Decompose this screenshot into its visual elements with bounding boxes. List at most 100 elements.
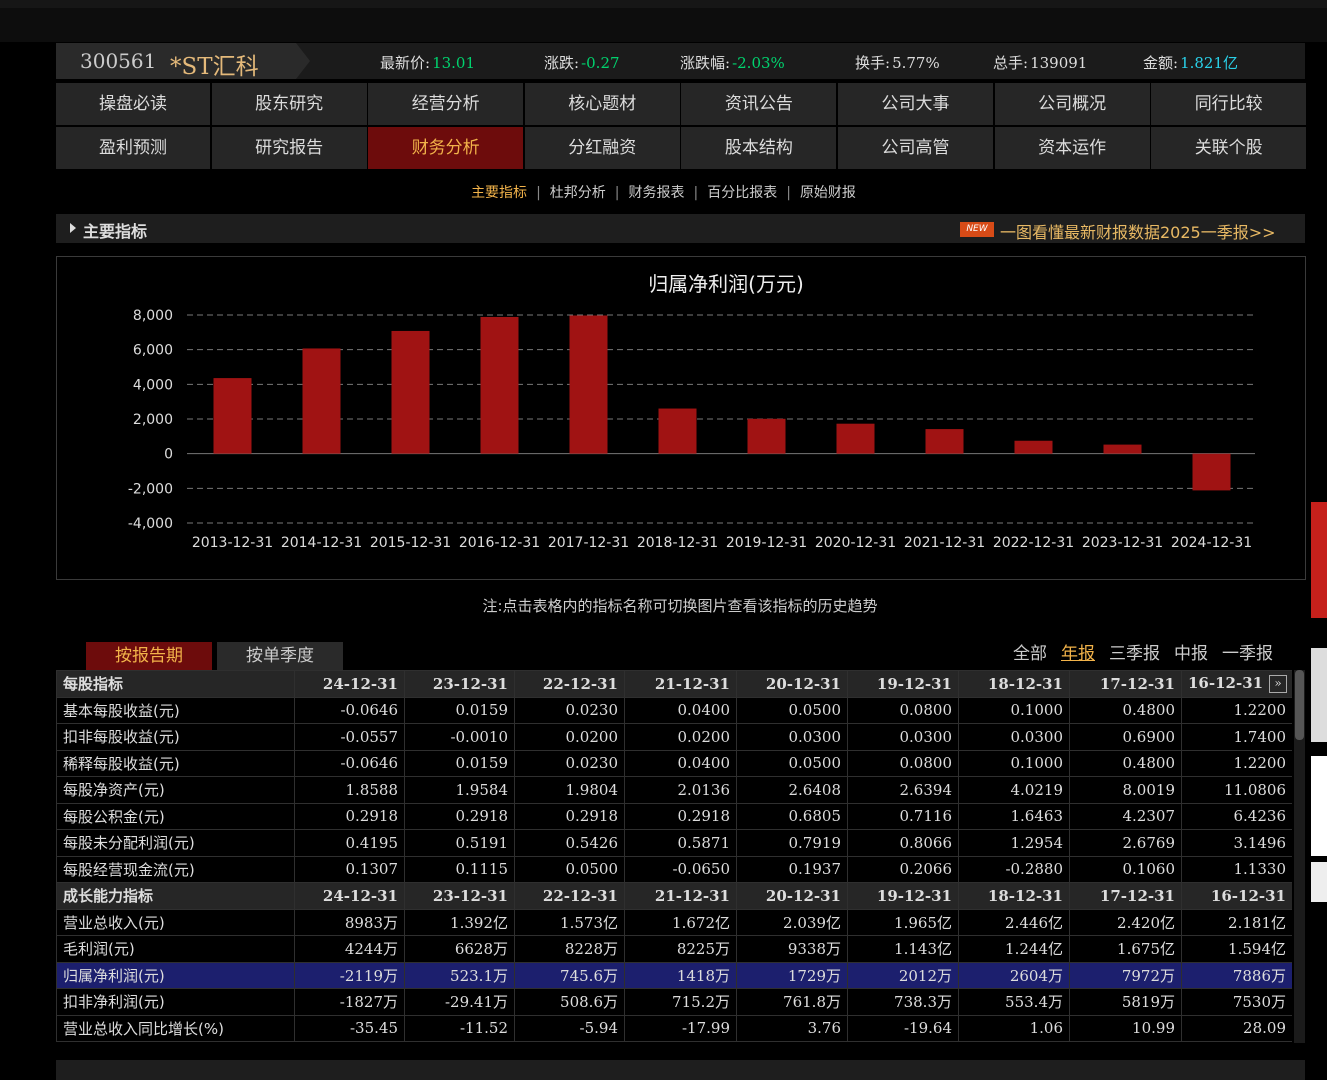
quote-value: -0.27	[581, 54, 620, 72]
bar	[836, 423, 875, 454]
indicator-name[interactable]: 归属净利润(元)	[56, 961, 295, 989]
indicator-value: 0.0300	[736, 723, 848, 751]
nav-row-2: 盈利预测 研究报告 财务分析 分红融资 股本结构 公司高管 资本运作 关联个股	[56, 127, 1307, 169]
subnav-item-1[interactable]: 杜邦分析	[550, 182, 606, 202]
indicator-value: -5.94	[514, 1014, 625, 1042]
indicator-value: 0.2918	[294, 802, 405, 830]
nav-nav_row1-5[interactable]: 公司大事	[838, 83, 993, 125]
y-tick-label: 6,000	[133, 343, 173, 359]
indicator-value: 0.7919	[736, 829, 848, 857]
tab-by-period[interactable]: 按报告期	[86, 642, 212, 670]
table-row[interactable]: 扣非净利润(元) -1827万 -29.41万 508.6万 715.2万 761.8万 7…	[56, 988, 1292, 1016]
table-row[interactable]: 营业总收入(元) 8983万 1.392亿 1.573亿 1.672亿 2.039亿 1.9…	[56, 908, 1292, 936]
filter-0[interactable]: 全部	[1013, 644, 1047, 664]
indicator-value: -1827万	[294, 988, 405, 1016]
nav-nav_row1-1[interactable]: 股东研究	[211, 83, 367, 125]
subnav-separator: |	[693, 185, 699, 201]
period-header: 21-12-31	[624, 670, 737, 698]
x-tick-label: 2022-12-31	[993, 535, 1074, 551]
nav-nav_row1-0[interactable]: 操盘必读	[56, 83, 210, 125]
sub-nav: 主要指标 | 杜邦分析 | 财务报表 | 百分比报表 | 原始财报	[0, 182, 1327, 202]
table-row[interactable]: 扣非每股收益(元) -0.0557 -0.0010 0.0200 0.0200 0.030…	[56, 723, 1292, 751]
nav-nav_row1-4[interactable]: 资讯公告	[681, 83, 837, 125]
subnav-item-4[interactable]: 原始财报	[800, 182, 856, 202]
nav-nav_row2-2[interactable]: 财务分析	[368, 127, 524, 169]
indicator-name[interactable]: 每股未分配利润(元)	[56, 829, 295, 857]
nav-nav_row2-0[interactable]: 盈利预测	[56, 127, 210, 169]
filter-2[interactable]: 三季报	[1109, 644, 1160, 664]
nav-nav_row2-5[interactable]: 公司高管	[838, 127, 993, 169]
table-row[interactable]: 每股净资产(元) 1.8588 1.9584 1.9804 2.0136 2.6408 2.…	[56, 776, 1292, 804]
indicator-value: -35.45	[294, 1014, 405, 1042]
indicator-value: 0.0230	[514, 749, 625, 777]
indicator-value: 0.0400	[624, 696, 737, 724]
nav-nav_row1-2[interactable]: 经营分析	[368, 83, 524, 125]
scroll-right-icon[interactable]: »	[1269, 675, 1288, 694]
indicator-name[interactable]: 扣非每股收益(元)	[56, 723, 295, 751]
tab-by-quarter[interactable]: 按单季度	[217, 642, 343, 670]
indicator-value: 11.0806	[1181, 776, 1292, 804]
latest-report-link[interactable]: 一图看懂最新财报数据2025一季报>>	[1000, 219, 1276, 243]
new-badge: NEW	[960, 222, 994, 237]
nav-nav_row2-6[interactable]: 资本运作	[994, 127, 1150, 169]
subnav-separator: |	[614, 185, 620, 201]
indicator-name[interactable]: 营业总收入同比增长(%)	[56, 1014, 295, 1042]
indicator-value: 0.0200	[514, 723, 625, 751]
side-qr-code	[1311, 756, 1327, 856]
indicator-name[interactable]: 每股公积金(元)	[56, 802, 295, 830]
period-label: 23-12-31	[432, 674, 508, 693]
nav-nav_row2-4[interactable]: 股本结构	[681, 127, 837, 169]
indicator-value: 1.392亿	[404, 908, 515, 936]
indicator-table-wrap[interactable]: 每股指标 24-12-31 23-12-31 22-12-31 21-12-31 20-1…	[56, 670, 1292, 1043]
period-header: 18-12-31	[958, 882, 1070, 910]
stock-name: *ST汇科	[170, 54, 259, 80]
nav-nav_row1-7[interactable]: 同行比较	[1151, 83, 1307, 125]
indicator-value: 1.8588	[294, 776, 405, 804]
indicator-value: 4.0219	[958, 776, 1070, 804]
table-row[interactable]: 每股公积金(元) 0.2918 0.2918 0.2918 0.2918 0.6805 0.…	[56, 802, 1292, 830]
table-row[interactable]: 每股经营现金流(元) 0.1307 0.1115 0.0500 -0.0650 0.193…	[56, 855, 1292, 883]
indicator-value: 10.99	[1069, 1014, 1182, 1042]
nav-nav_row2-3[interactable]: 分红融资	[524, 127, 680, 169]
filter-3[interactable]: 中报	[1174, 644, 1208, 664]
nav-nav_row2-7[interactable]: 关联个股	[1151, 127, 1307, 169]
table-row[interactable]: 归属净利润(元) -2119万 523.1万 745.6万 1418万 1729万 2012…	[56, 961, 1292, 989]
bar	[569, 315, 608, 454]
nav-nav_row2-1[interactable]: 研究报告	[211, 127, 367, 169]
quote-label: 换手:	[855, 54, 891, 72]
side-extra-tab[interactable]	[1311, 862, 1327, 902]
nav-nav_row1-3[interactable]: 核心题材	[524, 83, 680, 125]
indicator-value: 0.0200	[624, 723, 737, 751]
subnav-item-0[interactable]: 主要指标	[471, 182, 527, 202]
indicator-name[interactable]: 基本每股收益(元)	[56, 696, 295, 724]
bar	[213, 378, 252, 454]
period-header: 21-12-31	[624, 882, 737, 910]
table-row[interactable]: 营业总收入同比增长(%) -35.45 -11.52 -5.94 -17.99 3.76-…	[56, 1014, 1292, 1042]
indicator-name[interactable]: 扣非净利润(元)	[56, 988, 295, 1016]
filter-1[interactable]: 年报	[1061, 644, 1095, 664]
quote-label: 涨跌:	[544, 54, 580, 72]
net-profit-chart: 归属净利润(万元) -4,000 -2,000 0 2,000 4,000 6,000 8,0…	[128, 272, 1255, 551]
collapse-triangle-icon[interactable]	[70, 223, 76, 233]
table-row[interactable]: 毛利润(元) 4244万 6628万 8228万 8225万 9338万 1.143亿 1.2…	[56, 935, 1292, 963]
indicator-name[interactable]: 稀释每股收益(元)	[56, 749, 295, 777]
subnav-separator: |	[786, 185, 791, 201]
indicator-value: 7886万	[1181, 961, 1292, 989]
nav-nav_row1-6[interactable]: 公司概况	[994, 83, 1150, 125]
quote-label: 金额:	[1143, 54, 1179, 72]
table-row[interactable]: 稀释每股收益(元) -0.0646 0.0159 0.0230 0.0400 0.0500…	[56, 749, 1292, 777]
table-row[interactable]: 每股未分配利润(元) 0.4195 0.5191 0.5426 0.5871 0.7919…	[56, 829, 1292, 857]
table-row[interactable]: 基本每股收益(元) -0.0646 0.0159 0.0230 0.0400 0.0500…	[56, 696, 1292, 724]
filter-4[interactable]: 一季报	[1222, 644, 1273, 664]
indicator-name[interactable]: 每股净资产(元)	[56, 776, 295, 804]
period-label: 24-12-31	[322, 674, 398, 693]
subnav-item-3[interactable]: 百分比报表	[707, 182, 777, 202]
scrollbar-thumb[interactable]	[1295, 670, 1304, 740]
indicator-name[interactable]: 每股经营现金流(元)	[56, 855, 295, 883]
side-feedback-tab[interactable]	[1311, 502, 1327, 618]
subnav-item-2[interactable]: 财务报表	[629, 182, 685, 202]
indicator-name[interactable]: 营业总收入(元)	[56, 908, 295, 936]
table-scrollbar[interactable]	[1294, 670, 1305, 1043]
side-return-tab[interactable]	[1311, 648, 1327, 742]
indicator-name[interactable]: 毛利润(元)	[56, 935, 295, 963]
